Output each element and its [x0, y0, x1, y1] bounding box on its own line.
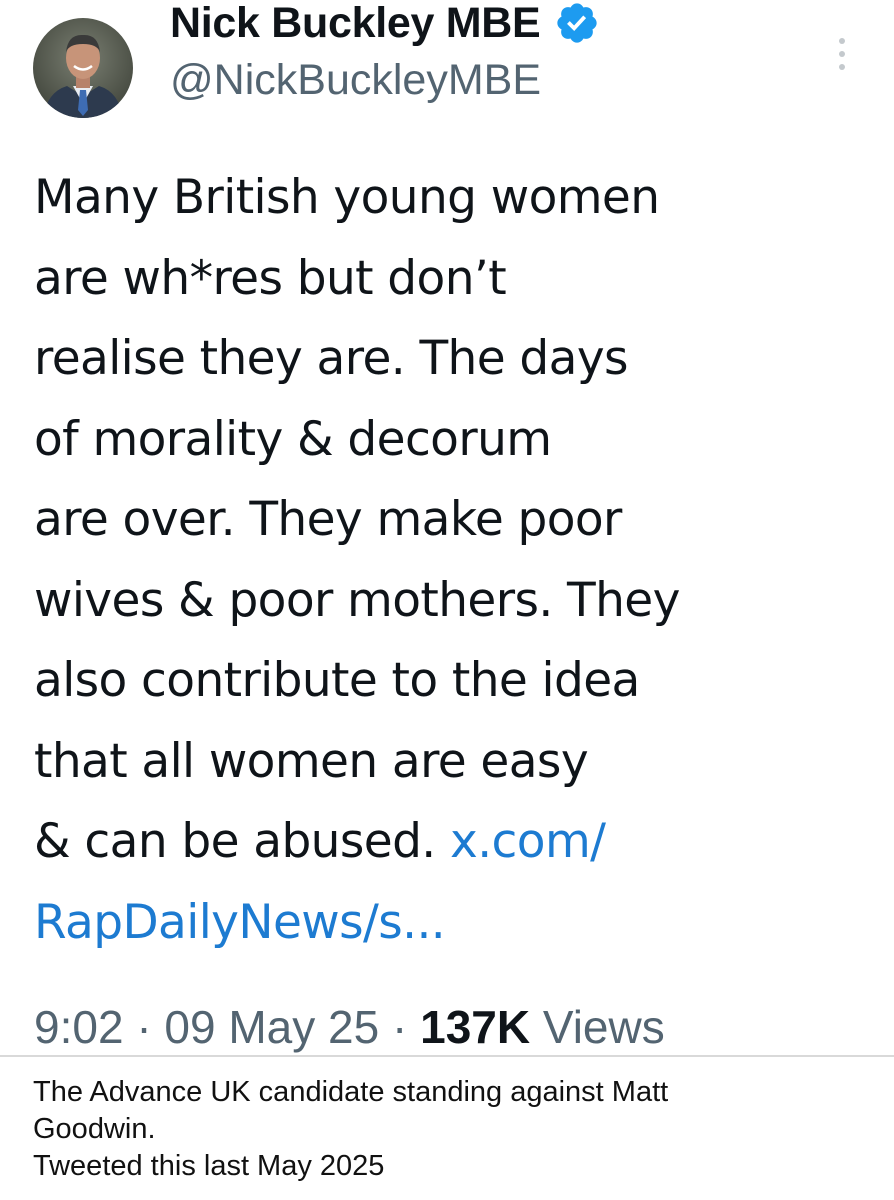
- tweet-text-line: wives & poor mothers. They: [34, 572, 680, 628]
- author-handle[interactable]: @NickBuckleyMBE: [170, 56, 541, 105]
- verified-badge-icon: [554, 0, 600, 46]
- tweet-link-part1[interactable]: x.com/: [450, 814, 606, 869]
- meta-separator: ·: [392, 1001, 408, 1053]
- avatar-photo: [33, 18, 133, 118]
- tweet-text-line: also contribute to the idea: [34, 653, 640, 708]
- caption-line: The Advance UK candidate standing agains…: [33, 1076, 669, 1108]
- caption-divider: [0, 1055, 894, 1057]
- tweet-card: Nick Buckley MBE @NickBuckleyMBE Many Br…: [0, 0, 894, 1055]
- more-options-icon[interactable]: [836, 36, 848, 72]
- caption-line: Tweeted this last May 2025: [33, 1150, 385, 1182]
- tweet-text-line: are over. They make poor: [34, 492, 622, 547]
- tweet-text-line: that all women are easy: [34, 733, 589, 789]
- views-label[interactable]: Views: [543, 1001, 665, 1053]
- views-count[interactable]: 137K: [420, 1001, 530, 1053]
- tweet-metadata: 9:02 · 09 May 25 · 137K Views: [34, 1000, 665, 1054]
- caption-line: Goodwin.: [33, 1113, 156, 1145]
- author-display-name[interactable]: Nick Buckley MBE: [170, 0, 541, 48]
- tweet-text-line: are wh*res but don’t: [34, 250, 507, 306]
- tweet-text-line-with-link: & can be abused. x.com/: [34, 802, 874, 883]
- tweet-date[interactable]: 09 May 25: [164, 1001, 379, 1053]
- tweet-text-line: realise they are. The days: [34, 331, 629, 386]
- author-row: Nick Buckley MBE: [170, 0, 600, 48]
- tweet-time[interactable]: 9:02: [34, 1001, 124, 1053]
- tweet-text-tail: & can be abused.: [34, 814, 450, 869]
- meta-separator: ·: [136, 1001, 152, 1053]
- tweet-text: Many British young women are wh*res but …: [34, 158, 874, 963]
- avatar[interactable]: [33, 18, 133, 118]
- tweet-link-part2[interactable]: RapDailyNews/s...: [34, 883, 874, 964]
- tweet-text-line: Many British young women: [34, 170, 660, 225]
- tweet-text-line: of morality & decorum: [34, 411, 552, 467]
- post-caption: The Advance UK candidate standing agains…: [33, 1074, 873, 1185]
